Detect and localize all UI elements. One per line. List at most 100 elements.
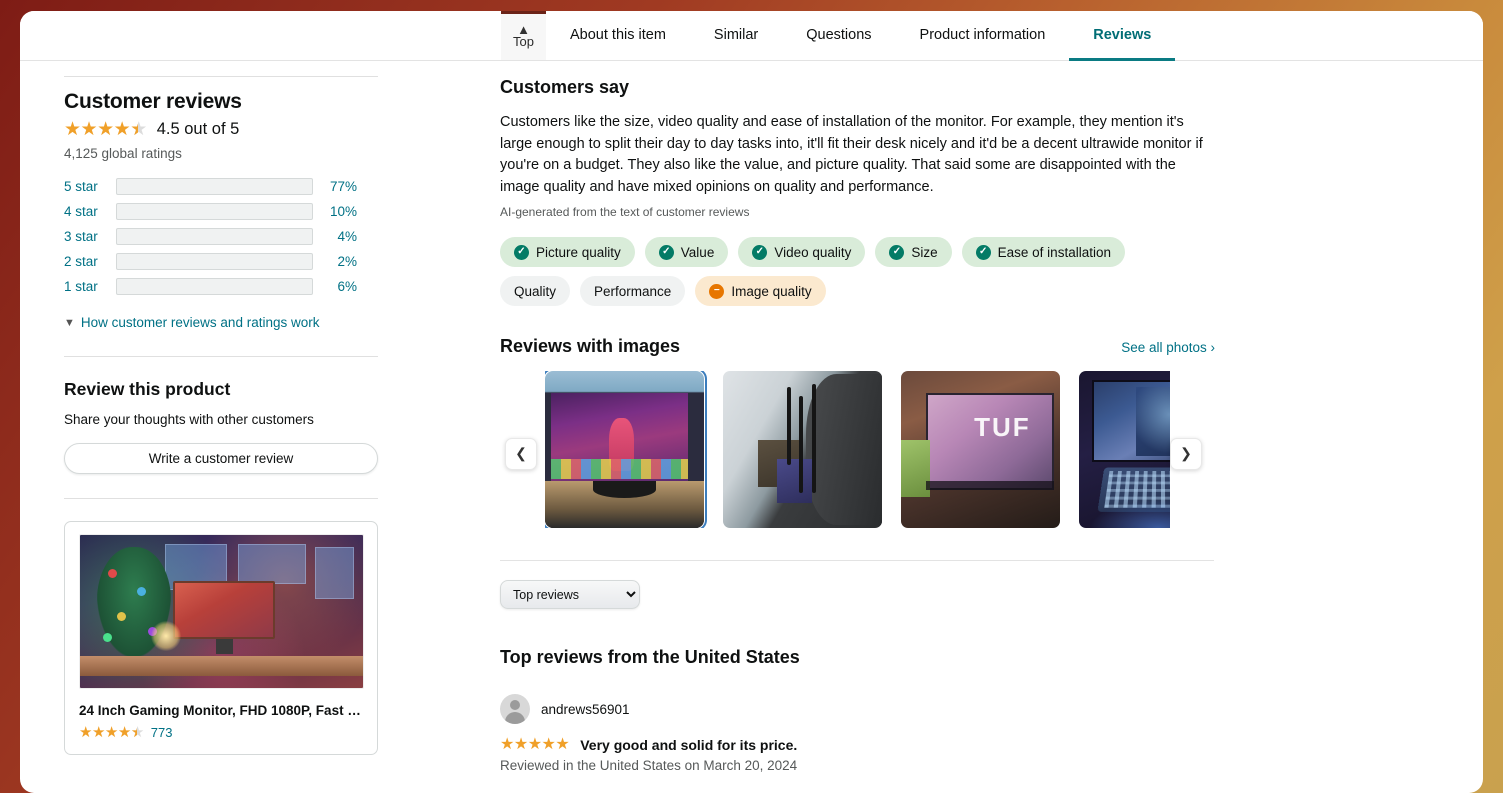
customers-say-heading: Customers say (500, 77, 630, 97)
histogram-bar[interactable] (116, 278, 313, 295)
review-author-name[interactable]: andrews56901 (541, 702, 630, 717)
product-card-title[interactable]: 24 Inch Gaming Monitor, FHD 1080P, Fast … (79, 702, 363, 720)
share-thoughts-text: Share your thoughts with other customers (64, 412, 314, 427)
review-rating-stars: ★ ★ ★ ★ ★ (500, 736, 570, 753)
review-images-carousel: ❮ TUF ❯ (500, 371, 1230, 536)
chevron-down-icon: ▼ (64, 316, 75, 329)
chevron-up-icon: ▲ (517, 21, 530, 37)
nav-top-label: Top (513, 33, 534, 49)
carousel-thumbnails: TUF (545, 371, 1170, 528)
aspect-chip-value[interactable]: ✓ Value (644, 237, 729, 267)
customers-say-summary: Customers like the size, video quality a… (500, 114, 1203, 195)
check-circle-icon: ✓ (975, 244, 991, 260)
review-meta: Reviewed in the United States on March 2… (500, 758, 798, 773)
aspect-chip-label: Picture quality (536, 244, 621, 260)
reviews-with-images-header: Reviews with images See all photos › (500, 336, 1215, 357)
histogram-percent[interactable]: 4% (313, 229, 357, 244)
check-circle-icon: ✓ (514, 244, 529, 260)
histogram-label[interactable]: 2 star (64, 254, 116, 269)
aspect-chip-label: Performance (594, 283, 672, 299)
histogram-percent[interactable]: 6% (313, 279, 357, 294)
histogram-bar[interactable] (116, 228, 313, 245)
customer-reviews-heading: Customer reviews (64, 90, 242, 113)
rating-histogram: 5 star 77% 4 star 10% 3 star 4% 2 star 2… (64, 174, 378, 299)
review-title[interactable]: Very good and solid for its price. (580, 737, 797, 753)
product-thumbnail-image (79, 534, 364, 689)
review-image-thumbnail[interactable] (1079, 371, 1170, 528)
review-title-row[interactable]: ★ ★ ★ ★ ★ Very good and solid for its price. (500, 736, 1230, 754)
sort-control: Top reviews Most recent (500, 580, 1230, 609)
overall-rating: ★★★★★ 4.5 out of 5 (64, 120, 378, 139)
histogram-bar[interactable] (116, 253, 313, 270)
product-card-rating[interactable]: ★★★★★ 773 (79, 725, 363, 740)
aspect-chip-label: Video quality (774, 244, 852, 260)
sidebar-top-divider (64, 76, 378, 77)
customer-reviews-sidebar: Customer reviews ★★★★★ 4.5 out of 5 4,12… (20, 61, 400, 792)
aspect-chip-ease-of-installation[interactable]: ✓ Ease of installation (961, 237, 1125, 267)
aspect-chip-label: Value (680, 244, 715, 260)
carousel-prev-button[interactable]: ❮ (505, 437, 537, 470)
product-subnav: ▲ Top About this item Similar Questions … (20, 11, 1483, 61)
tab-questions[interactable]: Questions (782, 11, 895, 61)
review-author-row[interactable]: andrews56901 (500, 694, 1230, 724)
review-image-thumbnail[interactable]: TUF (901, 371, 1060, 528)
main-divider (500, 560, 1214, 561)
histogram-percent[interactable]: 10% (313, 204, 357, 219)
reviews-with-images-heading: Reviews with images (500, 336, 681, 356)
minus-circle-icon: − (709, 283, 725, 299)
review-item: andrews56901 ★ ★ ★ ★ ★ Very good and solid f… (500, 694, 1230, 773)
histogram-percent[interactable]: 2% (313, 254, 357, 269)
aspect-chip-performance[interactable]: Performance (580, 276, 686, 306)
aspect-chip-image-quality[interactable]: − Image quality (695, 276, 826, 306)
aspect-chip-quality[interactable]: Quality (500, 276, 571, 306)
how-reviews-work-link[interactable]: ▼ How customer reviews and ratings work (64, 315, 378, 330)
sidebar-divider-2 (64, 498, 378, 499)
tab-product-information[interactable]: Product information (896, 11, 1070, 61)
product-card-stars: ★ ★ ★ ★ ★ (79, 725, 144, 740)
aspect-chip-label: Image quality (731, 283, 812, 299)
histogram-row-2star[interactable]: 2 star 2% (64, 249, 378, 274)
see-all-photos-link[interactable]: See all photos › (1121, 340, 1215, 355)
aspect-chip-video-quality[interactable]: ✓ Video quality (738, 237, 866, 267)
overall-rating-value: 4.5 out of 5 (156, 120, 240, 138)
aspect-chip-size[interactable]: ✓ Size (875, 237, 952, 267)
avatar (500, 694, 530, 724)
review-sort-select[interactable]: Top reviews Most recent (500, 580, 640, 609)
carousel-next-button[interactable]: ❯ (1170, 437, 1202, 470)
histogram-bar[interactable] (116, 178, 313, 195)
product-card-review-count[interactable]: 773 (151, 725, 173, 740)
overall-rating-stars: ★ ★ ★ ★ ★ (64, 120, 147, 139)
tab-about-this-item[interactable]: About this item (546, 11, 690, 61)
nav-top-button[interactable]: ▲ Top (501, 11, 546, 60)
aspect-chip-label: Size (911, 244, 938, 260)
check-circle-icon: ✓ (889, 244, 905, 260)
review-image-thumbnail[interactable] (723, 371, 882, 528)
related-product-card[interactable]: 24 Inch Gaming Monitor, FHD 1080P, Fast … (64, 521, 378, 755)
check-circle-icon: ✓ (658, 244, 674, 260)
global-ratings-count: 4,125 global ratings (64, 146, 182, 161)
tab-reviews[interactable]: Reviews (1069, 11, 1176, 61)
aspect-chip-label: Quality (514, 283, 557, 299)
review-this-product-heading: Review this product (64, 379, 231, 399)
review-this-product-block: Review this product Share your thoughts … (64, 357, 378, 498)
histogram-label[interactable]: 5 star (64, 179, 116, 194)
histogram-row-4star[interactable]: 4 star 10% (64, 199, 378, 224)
histogram-row-3star[interactable]: 3 star 4% (64, 224, 378, 249)
histogram-bar[interactable] (116, 203, 313, 220)
page-content: Customer reviews ★★★★★ 4.5 out of 5 4,12… (20, 61, 1483, 792)
review-image-thumbnail[interactable] (545, 371, 707, 528)
write-customer-review-button[interactable]: Write a customer review (64, 443, 378, 474)
histogram-label[interactable]: 1 star (64, 279, 116, 294)
aspect-chips: ✓ Picture quality ✓ Value ✓ Video qualit… (500, 237, 1200, 306)
histogram-label[interactable]: 4 star (64, 204, 116, 219)
check-circle-icon: ✓ (752, 244, 768, 260)
histogram-row-1star[interactable]: 1 star 6% (64, 274, 378, 299)
aspect-chip-picture-quality[interactable]: ✓ Picture quality (500, 237, 635, 267)
histogram-percent[interactable]: 77% (313, 179, 357, 194)
tab-similar[interactable]: Similar (690, 11, 782, 61)
histogram-label[interactable]: 3 star (64, 229, 116, 244)
page-card: ▲ Top About this item Similar Questions … (20, 11, 1483, 793)
top-reviews-heading: Top reviews from the United States (500, 647, 800, 667)
reviews-main-column: Customers say Customers like the size, v… (400, 61, 1483, 792)
histogram-row-5star[interactable]: 5 star 77% (64, 174, 378, 199)
